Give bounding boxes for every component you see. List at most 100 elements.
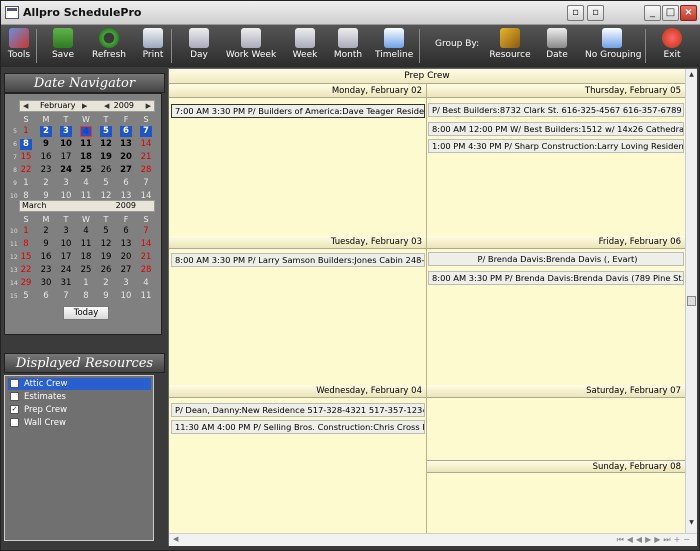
calendar-day[interactable]: 22 [20,265,32,276]
calendar-day[interactable]: 6 [120,226,132,237]
calendar-day[interactable]: 1 [20,126,32,137]
resource-checkbox[interactable] [10,379,19,388]
today-button[interactable]: Today [63,306,109,320]
resource-checkbox[interactable]: ✓ [10,405,19,414]
calendar-day[interactable]: 16 [40,252,52,263]
appointment[interactable]: 8:00 AM 3:30 PM P/ Brenda Davis:Brenda D… [428,271,684,285]
save-button[interactable]: Save [45,25,81,67]
calendar-day[interactable]: 28 [140,265,152,276]
record-navigator-icons[interactable]: ⏮◀◀▶▶⏭+− [617,535,693,545]
appointment[interactable]: 11:30 AM 4:00 PM P/ Selling Bros. Constr… [171,420,425,434]
calendar-day[interactable]: 1 [20,178,32,189]
calendar-day[interactable]: 14 [140,239,152,250]
calendar-day[interactable]: 18 [80,152,92,163]
calendar-day[interactable]: 12 [100,239,112,250]
calendar-day[interactable]: 12 [100,139,112,150]
tools-button[interactable]: Tools [3,25,35,67]
calendar-day[interactable]: 3 [120,278,132,289]
calendar-day[interactable]: 5 [100,126,112,137]
horizontal-scrollbar[interactable]: ◀ ⏮◀◀▶▶⏭+− [169,533,697,546]
calendar-day[interactable]: 14 [140,139,152,150]
calendar-day[interactable]: 23 [40,265,52,276]
work-week-view-button[interactable]: Work Week [225,25,277,67]
calendar-day[interactable]: 19 [100,152,112,163]
exit-button[interactable]: Exit [657,25,687,67]
month-view-button[interactable]: Month [329,25,367,67]
week-view-button[interactable]: Week [287,25,323,67]
calendar-day[interactable]: 8 [20,239,32,250]
calendar-day[interactable]: 13 [120,139,132,150]
calendar-day[interactable]: 31 [60,278,72,289]
close-button[interactable]: × [680,5,697,21]
refresh-button[interactable]: Refresh [89,25,129,67]
calendar-day[interactable]: 8 [80,291,92,302]
calendar-day[interactable]: 6 [120,126,132,137]
calendar-day[interactable]: 11 [140,291,152,302]
no-grouping-button[interactable]: No Grouping [585,25,641,67]
calendar-day[interactable]: 10 [60,139,72,150]
calendar-day[interactable]: 2 [100,278,112,289]
appointment[interactable]: 1:00 PM 4:30 PM P/ Sharp Construction:La… [428,139,684,153]
calendar-day[interactable]: 3 [60,126,72,137]
calendar-day[interactable]: 4 [80,178,92,189]
resource-item[interactable]: ✓ Prep Crew [8,404,151,416]
calendar-day[interactable]: 7 [60,291,72,302]
print-button[interactable]: Print [137,25,169,67]
calendar-day[interactable]: 3 [60,226,72,237]
prev-month-arrow-icon[interactable]: ◀ [23,101,28,111]
calendar-day[interactable]: 25 [80,265,92,276]
vertical-scrollbar[interactable]: ▲ ▼ [685,69,697,533]
calendar-day[interactable]: 7 [140,126,152,137]
appointment[interactable]: 8:00 AM 12:00 PM W/ Best Builders:1512 w… [428,122,684,136]
resource-item[interactable]: Attic Crew [8,378,151,390]
prev-year-arrow-icon[interactable]: ◀ [104,101,109,111]
calendar-day[interactable]: 6 [120,178,132,189]
calendar-day[interactable]: 6 [40,291,52,302]
calendar-day[interactable]: 11 [80,139,92,150]
calendar-day[interactable]: 5 [100,178,112,189]
calendar-day[interactable]: 24 [60,165,72,176]
calendar-day[interactable]: 17 [60,152,72,163]
maximize-button[interactable]: □ [662,5,679,21]
calendar-day[interactable]: 30 [40,278,52,289]
calendar-day[interactable]: 1 [80,278,92,289]
calendar-day[interactable]: 16 [40,152,52,163]
scroll-up-arrow-icon[interactable]: ▲ [687,71,696,81]
next-year-arrow-icon[interactable]: ▶ [146,101,151,111]
calendar-day[interactable]: 23 [40,165,52,176]
calendar-day[interactable]: 15 [20,152,32,163]
calendar-day[interactable]: 5 [20,291,32,302]
calendar-day[interactable]: 18 [80,252,92,263]
day-view-button[interactable]: Day [183,25,215,67]
calendar-day[interactable]: 20 [120,152,132,163]
calendar-day[interactable]: 26 [100,265,112,276]
calendar-day[interactable]: 15 [20,252,32,263]
scroll-down-arrow-icon[interactable]: ▼ [687,519,696,529]
resource-item[interactable]: Estimates [8,391,151,403]
next-month-arrow-icon[interactable]: ▶ [82,101,87,111]
calendar-day[interactable]: 7 [140,178,152,189]
calendar-day[interactable]: 5 [100,226,112,237]
calendar-day[interactable]: 9 [100,291,112,302]
calendar-day[interactable]: 19 [100,252,112,263]
restore-icon[interactable]: ▫ [567,5,584,21]
group-by-resource-button[interactable]: Resource [489,25,531,67]
calendar-day[interactable]: 13 [120,239,132,250]
resize-icon[interactable]: ▫ [587,5,604,21]
calendar-day[interactable]: 2 [40,126,52,137]
calendar-day[interactable]: 22 [20,165,32,176]
calendar-day[interactable]: 10 [120,291,132,302]
resource-checkbox[interactable] [10,392,19,401]
calendar-day[interactable]: 2 [40,178,52,189]
calendar-day[interactable]: 1 [20,226,32,237]
calendar-day[interactable]: 24 [60,265,72,276]
appointment[interactable]: P/ Best Builders:8732 Clark St. 616-325-… [428,103,684,117]
calendar-day[interactable]: 27 [120,165,132,176]
calendar-day[interactable]: 29 [20,278,32,289]
calendar-day[interactable]: 8 [20,139,32,150]
scroll-left-arrow-icon[interactable]: ◀ [173,535,178,543]
appointment[interactable]: P/ Dean, Danny:New Residence 517-328-432… [171,403,425,417]
calendar-day[interactable]: 9 [40,239,52,250]
appointment[interactable]: 8:00 AM 3:30 PM P/ Larry Samson Builders… [171,253,425,267]
group-by-date-button[interactable]: Date [541,25,573,67]
